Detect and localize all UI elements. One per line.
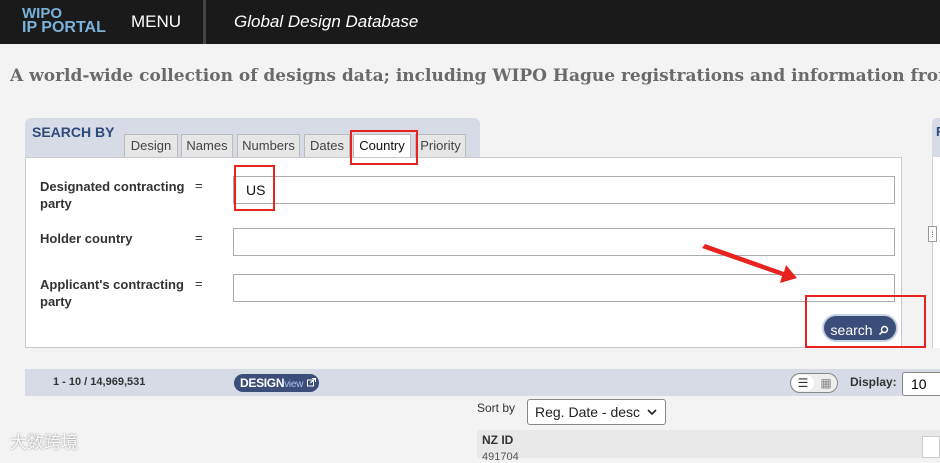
dropdown-arrow-icon	[647, 409, 657, 416]
panel-handle-icon[interactable]: ⁞	[928, 226, 937, 242]
watermark: 大数跨境	[10, 433, 78, 453]
grid-view-icon[interactable]: ▦	[815, 375, 837, 391]
view-toggle: ☰ ▦	[790, 373, 838, 393]
results-table-header	[477, 430, 940, 458]
list-view-icon[interactable]: ☰	[792, 375, 814, 391]
right-panel-body	[932, 157, 940, 348]
designview-button[interactable]: DESIGNview	[234, 374, 319, 392]
result-card[interactable]	[922, 436, 940, 458]
display-count-value: 10	[911, 376, 927, 392]
display-count-select[interactable]: 10	[902, 372, 940, 396]
designview-sub: view	[284, 379, 304, 390]
sort-select[interactable]: Reg. Date - desc	[527, 399, 666, 425]
nz-id-column-header: NZ ID	[482, 433, 514, 447]
designview-main: DESIGN	[240, 376, 285, 390]
external-link-icon	[307, 378, 317, 387]
right-panel-label: F	[936, 124, 940, 139]
results-count: 1 - 10 / 14,969,531	[53, 376, 146, 388]
nz-id-first-value: 491704	[482, 451, 519, 463]
sort-select-value: Reg. Date - desc	[535, 404, 641, 420]
display-label: Display:	[850, 375, 897, 389]
sort-by-label: Sort by	[477, 401, 516, 415]
